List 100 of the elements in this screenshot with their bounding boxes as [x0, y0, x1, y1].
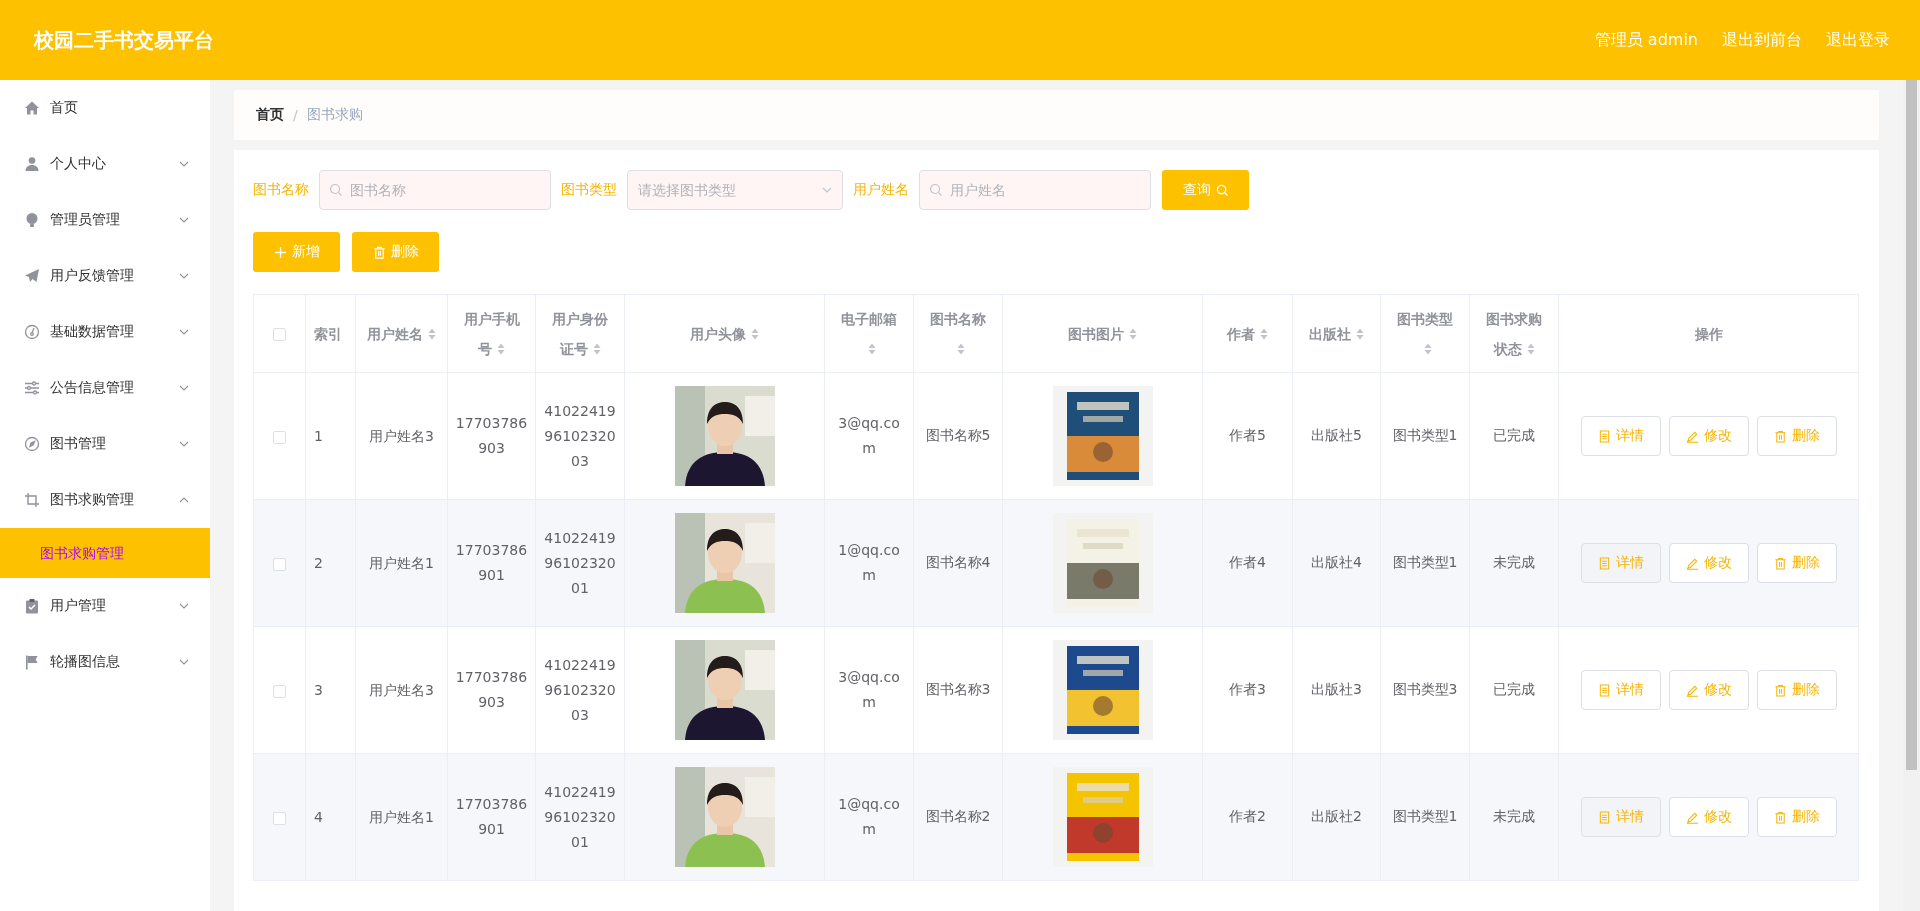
search-icon [1215, 183, 1229, 197]
table-cell: 2 [314, 555, 323, 571]
sort-icon [956, 342, 965, 355]
delete-button[interactable]: 删除 [1756, 797, 1837, 837]
details-button[interactable]: 详情 [1580, 797, 1661, 837]
column-header: 操作 [1558, 294, 1859, 373]
table-cell: 作者2 [1229, 808, 1266, 824]
field-label: 图书类型 [561, 181, 617, 199]
column-header[interactable]: 图书求购状态 [1469, 294, 1559, 373]
table-cell: 出版社2 [1311, 808, 1362, 824]
table-cell: 17703786903 [455, 415, 528, 456]
row-checkbox[interactable] [273, 684, 286, 698]
clipboard-icon [24, 598, 40, 614]
table-cell: 1 [314, 428, 323, 444]
delete-button[interactable]: 删除 [1756, 543, 1837, 583]
compass-icon [24, 436, 40, 452]
table-cell: 4 [314, 809, 323, 825]
sidebar-item[interactable]: 用户反馈管理 [0, 248, 210, 304]
column-header[interactable]: 用户手机号 [447, 294, 536, 373]
sort-icon [867, 342, 876, 355]
header-link[interactable]: 管理员 admin [1594, 29, 1698, 51]
header-link[interactable]: 退出到前台 [1722, 29, 1802, 51]
table-cell: 用户姓名3 [369, 681, 434, 698]
table-cell: 3@qq.com [838, 669, 900, 710]
column-header[interactable]: 出版社 [1292, 294, 1381, 373]
delete-button[interactable]: 删除 [1756, 670, 1837, 710]
edit-button[interactable]: 修改 [1668, 416, 1749, 456]
delete-button[interactable]: 删除 [1756, 416, 1837, 456]
row-checkbox[interactable] [273, 811, 286, 825]
pencil-icon [1685, 429, 1699, 443]
table-cell: 已完成 [1493, 681, 1535, 697]
edit-button[interactable]: 修改 [1668, 670, 1749, 710]
table-cell: 用户姓名1 [369, 808, 434, 825]
table-cell: 图书类型1 [1392, 427, 1458, 443]
details-button[interactable]: 详情 [1580, 670, 1661, 710]
add-button[interactable]: 新增 [253, 232, 340, 272]
table-cell: 410224199610232001 [544, 529, 616, 596]
sidebar-item[interactable]: 图书管理 [0, 416, 210, 472]
sidebar-item[interactable]: 个人中心 [0, 136, 210, 192]
pencil-icon [1685, 556, 1699, 570]
column-header[interactable]: 用户身份证号 [535, 294, 625, 373]
scrollbar[interactable] [1903, 80, 1920, 911]
column-header[interactable]: 用户姓名 [355, 294, 448, 373]
breadcrumb-item[interactable]: 首页 [256, 106, 284, 124]
sidebar-subitem[interactable]: 图书求购管理 [0, 528, 210, 578]
sort-icon [1526, 342, 1535, 355]
table-cell: 图书名称4 [925, 554, 991, 570]
trash-icon [372, 245, 386, 259]
site-title: 校园二手书交易平台 [34, 26, 214, 54]
column-header[interactable]: 图书名称 [913, 294, 1003, 373]
delete-button[interactable]: 删除 [352, 232, 439, 272]
table-cell: 410224199610232001 [544, 783, 616, 850]
row-checkbox[interactable] [273, 557, 286, 571]
sidebar-item[interactable]: 管理员管理 [0, 192, 210, 248]
search-button[interactable]: 查询 [1162, 170, 1249, 210]
table-cell: 出版社4 [1311, 554, 1362, 570]
edit-button[interactable]: 修改 [1668, 797, 1749, 837]
table-cell: 图书类型3 [1392, 681, 1458, 697]
select-all-checkbox[interactable] [273, 328, 286, 341]
sort-icon [1260, 327, 1268, 340]
sidebar-item[interactable]: 图书求购管理 [0, 472, 210, 528]
details-button[interactable]: 详情 [1580, 416, 1661, 456]
user-icon [24, 156, 40, 172]
row-checkbox[interactable] [273, 430, 286, 444]
table-cell: 1@qq.com [838, 796, 900, 837]
trash-icon [1773, 683, 1787, 697]
sort-icon [1129, 327, 1137, 340]
column-header[interactable]: 作者 [1202, 294, 1293, 373]
search-field[interactable]: 用户姓名 [919, 170, 1151, 210]
table-cell: 图书名称2 [925, 808, 991, 824]
table-cell: 410224199610232003 [544, 402, 616, 469]
plus-icon [273, 245, 287, 259]
sort-icon [497, 342, 505, 355]
table-cell: 出版社5 [1311, 427, 1362, 443]
table-cell: 410224199610232003 [544, 656, 616, 723]
column-header[interactable]: 图书类型 [1380, 294, 1470, 373]
sort-icon [751, 327, 759, 340]
select-field[interactable]: 请选择图书类型 [627, 170, 843, 210]
table-cell: 3 [314, 682, 323, 698]
sidebar-item[interactable]: 公告信息管理 [0, 360, 210, 416]
table-cell: 用户姓名3 [369, 427, 434, 444]
edit-button[interactable]: 修改 [1668, 543, 1749, 583]
sliders-icon [24, 380, 40, 396]
sidebar-item[interactable]: 用户管理 [0, 578, 210, 634]
sort-icon [592, 342, 601, 355]
column-header[interactable]: 用户头像 [624, 294, 825, 373]
column-header[interactable]: 图书图片 [1002, 294, 1203, 373]
table-cell: 作者3 [1229, 681, 1266, 697]
table-cell: 图书类型1 [1392, 808, 1458, 824]
table-cell: 未完成 [1493, 554, 1535, 570]
header-link[interactable]: 退出登录 [1826, 29, 1890, 51]
details-button[interactable]: 详情 [1580, 543, 1661, 583]
column-header[interactable]: 电子邮箱 [824, 294, 914, 373]
search-field[interactable]: 图书名称 [319, 170, 551, 210]
field-label: 用户姓名 [853, 181, 909, 199]
sidebar-item[interactable]: 轮播图信息 [0, 634, 210, 690]
sidebar-item[interactable]: 首页 [0, 80, 210, 136]
table-cell: 17703786901 [455, 796, 528, 837]
sidebar-item[interactable]: 基础数据管理 [0, 304, 210, 360]
table-cell: 1@qq.com [838, 542, 900, 583]
